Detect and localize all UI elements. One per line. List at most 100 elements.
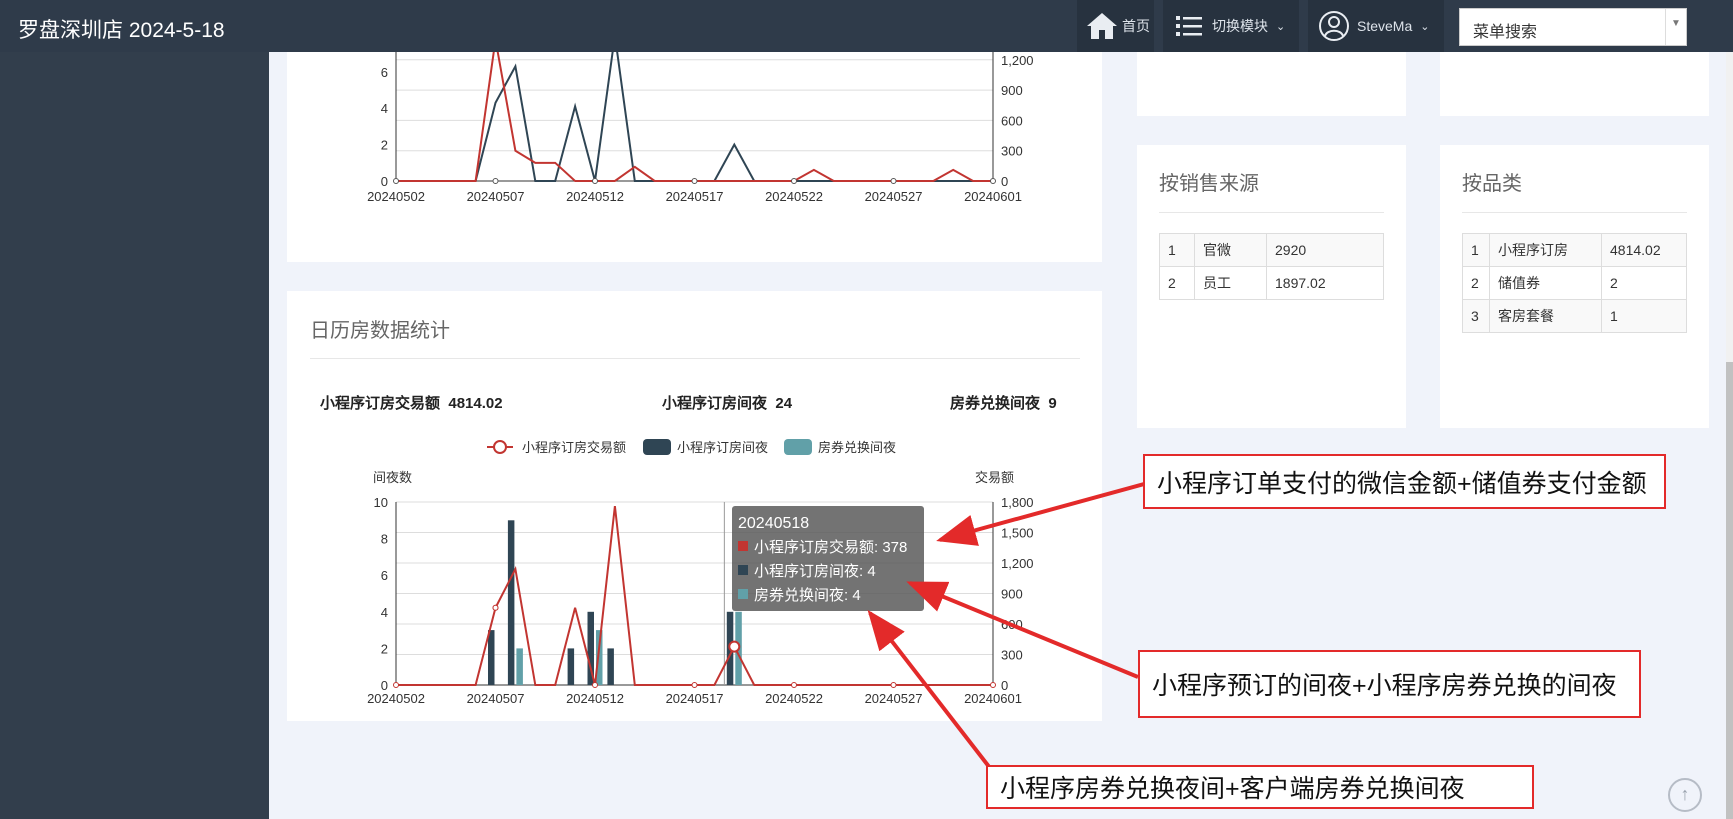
x-tick-label: 20240527	[865, 691, 923, 706]
y-right-tick-label: 600	[1001, 113, 1023, 128]
row-index: 1	[1159, 233, 1195, 267]
data-point	[791, 178, 797, 184]
tooltip-date: 20240518	[738, 515, 809, 532]
data-point	[691, 178, 698, 184]
arrow-up-icon: ↑	[1680, 784, 1690, 804]
bar-booking-nights	[607, 648, 614, 685]
x-tick-label: 20240502	[367, 189, 425, 204]
table-row: 3 客房套餐 1	[1462, 299, 1687, 333]
avatar-icon	[1319, 11, 1349, 41]
data-point	[791, 682, 797, 688]
row-name: 员工	[1194, 266, 1267, 300]
legend-swatch	[643, 439, 671, 455]
scrollbar-thumb[interactable]	[1726, 362, 1733, 819]
y-left-tick-label: 10	[374, 495, 388, 510]
kpi-booking-nights: 小程序订房间夜 24	[662, 392, 792, 413]
y-left-tick-label: 4	[381, 605, 388, 620]
y-left-tick-label: 0	[381, 174, 388, 189]
legend-label: 小程序订房交易额	[522, 440, 626, 455]
category-title: 按品类	[1462, 173, 1522, 195]
scrollbar[interactable]	[1726, 52, 1733, 819]
y-left-tick-label: 6	[381, 65, 388, 80]
row-value: 1897.02	[1266, 266, 1384, 300]
series-line-amount	[396, 52, 993, 182]
tooltip-swatch	[738, 565, 748, 575]
menu-search-value: 菜单搜索	[1473, 24, 1538, 41]
calendar-room-panel: 日历房数据统计 小程序订房交易额 小程序订房间夜 房券兑换间夜 间夜数 交易额 0 300 6…	[287, 291, 1102, 721]
sales-source-panel: 按销售来源 1 官微 2920 2 员工 1897.02	[1137, 145, 1406, 428]
y-right-tick-label: 300	[1001, 144, 1023, 159]
data-point	[393, 178, 399, 184]
x-tick-label: 20240522	[765, 189, 823, 204]
trend-chart-panel: 0 2 4 6 0 300 600 900 1,200 20240502 20240507 20240…	[287, 52, 1102, 262]
y-right-tick-label: 600	[1001, 617, 1023, 632]
bar-booking-nights	[567, 648, 575, 685]
y-left-tick-label: 8	[381, 532, 388, 547]
divider	[1159, 212, 1384, 213]
table-row: 1 小程序订房 4814.02	[1462, 233, 1687, 267]
y-right-tick-label: 900	[1001, 83, 1023, 98]
data-point	[691, 682, 698, 688]
calendar-chart: 小程序订房交易额 小程序订房间夜 房券兑换间夜间夜数 交易额03006009001,2…	[367, 439, 1034, 706]
x-tick-label: 20240512	[566, 189, 624, 204]
y-right-tick-label: 0	[1001, 174, 1008, 189]
data-point	[592, 682, 598, 688]
y-right-tick-label: 300	[1001, 648, 1023, 663]
table-row: 2 员工 1897.02	[1159, 266, 1384, 300]
divider	[1462, 212, 1687, 213]
switch-module-label: 切换模块	[1212, 18, 1268, 34]
callout-booking-nights: 小程序预订的间夜+小程序房券兑换的间夜	[1138, 650, 1641, 718]
kpi-label: 小程序订房间夜	[662, 395, 768, 412]
home-icon	[1087, 13, 1117, 39]
top-chart: 0 2 4 6 0 300 600 900 1,200 20240502 20240507 20240…	[367, 52, 1034, 204]
switch-module-button[interactable]: 切换模块 ⌄	[1163, 0, 1299, 52]
top-bar: 罗盘深圳店 2024-5-18 首页 切换模块 ⌄ SteveMa ⌄ 菜单搜索…	[0, 0, 1733, 52]
x-tick-label: 20240507	[467, 189, 525, 204]
x-tick-label: 20240517	[666, 691, 724, 706]
scroll-top-button[interactable]: ↑	[1668, 778, 1702, 812]
menu-search-select[interactable]: 菜单搜索 ▼	[1459, 8, 1687, 46]
select-arrow-icon[interactable]: ▼	[1665, 9, 1686, 45]
y-right-tick-label: 900	[1001, 587, 1023, 602]
x-tick-label: 20240522	[765, 691, 823, 706]
callout-amount: 小程序订单支付的微信金额+储值券支付金额	[1143, 454, 1666, 509]
data-point	[890, 178, 897, 184]
row-name: 储值券	[1489, 266, 1602, 300]
summary-panel-b	[1440, 52, 1709, 116]
row-name: 小程序订房	[1489, 233, 1602, 267]
sidebar	[0, 52, 269, 819]
home-label: 首页	[1122, 18, 1150, 34]
y-right-tick-label: 1,200	[1001, 53, 1034, 68]
category-panel: 按品类 1 小程序订房 4814.02 2 储值券 2 3 客房套餐 1	[1440, 145, 1709, 428]
x-tick-label: 20240527	[865, 189, 923, 204]
legend-label: 小程序订房间夜	[677, 440, 768, 455]
row-index: 2	[1159, 266, 1195, 300]
user-menu[interactable]: SteveMa ⌄	[1308, 0, 1444, 52]
store-title: 罗盘深圳店 2024-5-18	[18, 19, 225, 42]
y-right-tick-label: 1,200	[1001, 556, 1034, 571]
row-index: 1	[1462, 233, 1490, 267]
bar-booking-nights	[488, 630, 495, 685]
legend-label: 房券兑换间夜	[818, 440, 896, 455]
kpi-label: 小程序订房交易额	[320, 395, 441, 412]
sales-source-title: 按销售来源	[1159, 173, 1259, 195]
sales-source-table: 1 官微 2920 2 员工 1897.02	[1159, 233, 1384, 300]
kpi-value: 9	[1048, 395, 1057, 412]
x-tick-label: 20240507	[467, 691, 525, 706]
x-tick-label: 20240601	[964, 691, 1022, 706]
x-tick-label: 20240601	[964, 189, 1022, 204]
home-button[interactable]: 首页	[1077, 0, 1154, 52]
row-value: 2	[1601, 266, 1687, 300]
x-tick-label: 20240502	[367, 691, 425, 706]
legend-marker	[493, 440, 507, 454]
data-point	[890, 682, 897, 688]
data-point	[492, 178, 499, 184]
data-point	[393, 682, 399, 688]
y-left-tick-label: 4	[381, 101, 388, 116]
y-left-axis-title: 间夜数	[373, 470, 412, 485]
x-tick-label: 20240517	[666, 189, 724, 204]
row-index: 3	[1462, 299, 1490, 333]
summary-panel-a	[1137, 52, 1406, 116]
data-point	[990, 178, 996, 184]
bar-booking-nights	[507, 520, 515, 685]
